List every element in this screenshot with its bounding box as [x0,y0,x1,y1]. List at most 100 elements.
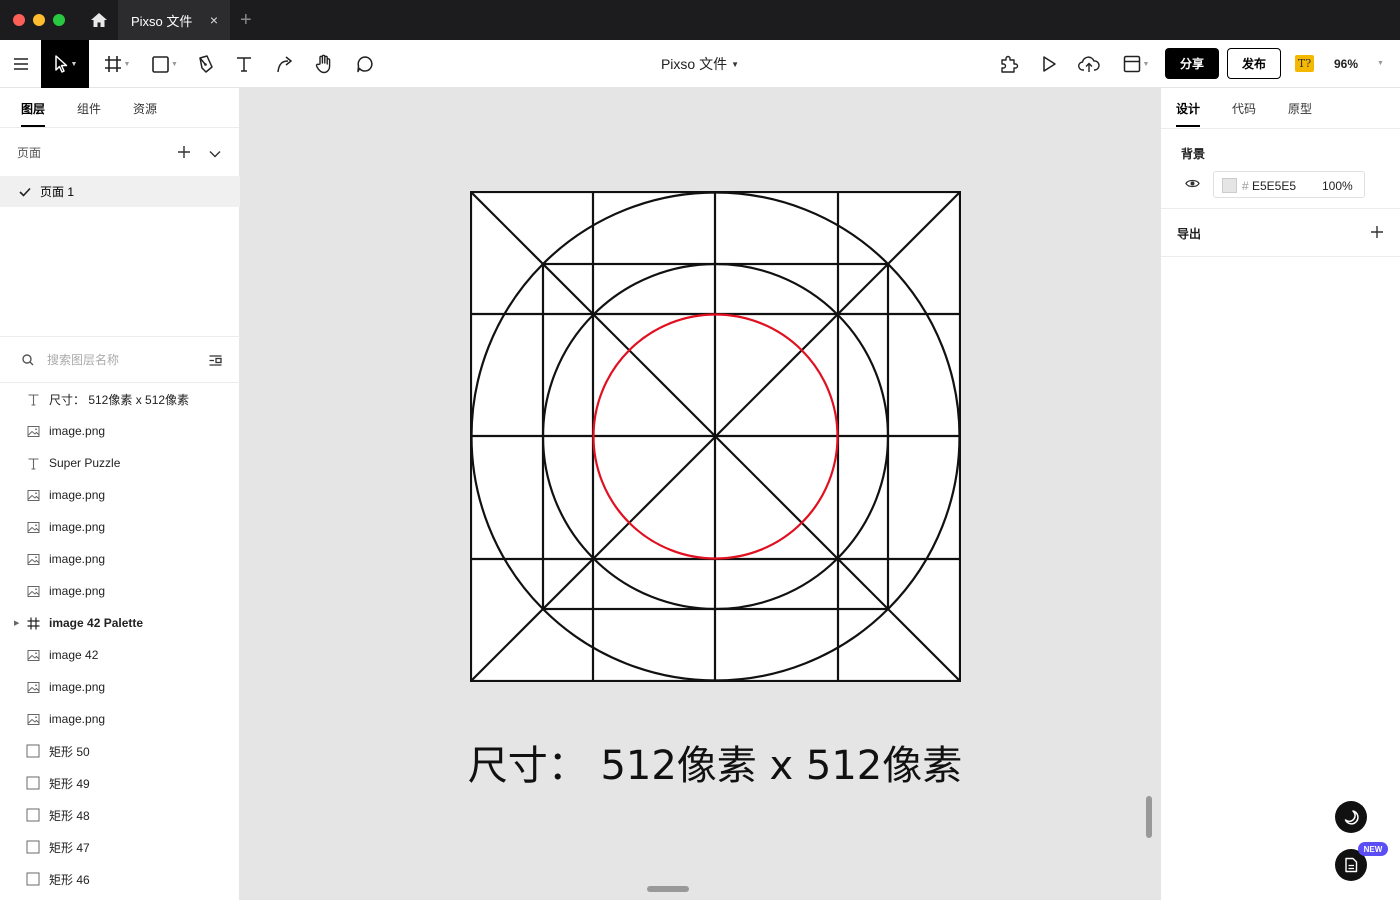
file-tab-label: Pixso 文件 [131,13,193,29]
pen-tool-button[interactable] [194,40,216,88]
layer-name: 矩形 47 [49,840,90,855]
image-icon [26,648,40,662]
window-controls [13,14,65,26]
layer-item[interactable]: 矩形 49 [0,767,240,799]
layer-item[interactable]: image.png [0,671,240,703]
layer-item[interactable]: image.png [0,511,240,543]
tab-design[interactable]: 设计 [1176,100,1200,117]
layout-button[interactable]: ▼ [1118,40,1154,88]
rect-icon [26,840,40,854]
layer-item[interactable]: ▶ image 42 Palette [0,607,240,639]
document-icon [1345,857,1358,873]
layer-item[interactable]: image.png [0,703,240,735]
document-title: Pixso 文件 [660,56,728,72]
new-badge: NEW [1358,842,1388,856]
hand-icon [315,54,331,74]
layer-name: 矩形 50 [49,744,90,759]
layer-name: 矩形 49 [49,776,90,791]
tab-components[interactable]: 组件 [77,100,101,117]
layer-name: image.png [49,488,106,502]
layer-item[interactable]: image.png [0,415,240,447]
share-button[interactable]: 分享 [1165,48,1219,79]
check-icon [19,186,31,200]
minimize-window-button[interactable] [33,14,45,26]
tab-code[interactable]: 代码 [1232,100,1256,117]
add-export-icon[interactable] [1370,225,1384,242]
horizontal-scrollbar[interactable] [647,886,689,892]
layer-item[interactable]: 矩形 47 [0,831,240,863]
eye-icon[interactable] [1185,178,1200,192]
puzzle-icon [1001,55,1019,73]
image-icon [26,488,40,502]
connector-tool-button[interactable] [274,40,296,88]
text-icon [237,57,251,72]
hand-tool-button[interactable] [313,40,335,88]
text-tool-button[interactable] [233,40,255,88]
dark-mode-button[interactable] [1335,801,1367,833]
document-title-menu[interactable]: Pixso 文件 ▼ [640,40,760,88]
add-page-icon[interactable] [177,145,191,162]
tab-assets[interactable]: 资源 [133,100,157,117]
maximize-window-button[interactable] [53,14,65,26]
canvas[interactable]: 尺寸： 512像素 x 512像素 [240,88,1160,900]
layer-item[interactable]: image 42 [0,639,240,671]
divider [1161,256,1400,257]
color-swatch[interactable] [1222,178,1237,193]
rect-icon [26,872,40,886]
layer-item[interactable]: 矩形 48 [0,799,240,831]
layer-name: Super Puzzle [49,456,121,470]
layer-item[interactable]: image.png [0,543,240,575]
move-tool-button[interactable]: ▼ [41,40,89,88]
missing-font-icon[interactable]: T? [1295,55,1314,72]
plugins-button[interactable] [997,40,1021,88]
filter-icon[interactable] [209,355,222,369]
background-color-field[interactable]: # E5E5E5 100% [1213,171,1365,198]
size-caption[interactable]: 尺寸： 512像素 x 512像素 [240,733,1190,791]
layer-search[interactable]: 搜索图层名称 [0,336,240,383]
pages-header: 页面 [0,128,240,176]
collapse-pages-icon[interactable] [209,147,221,161]
toolbar: ▼ ▼ ▼ Pixso 文件 ▼ ▼ 分享 发布 T? 96% ▼ [0,40,1400,88]
opacity-input[interactable]: 100% [1322,179,1353,193]
layer-item[interactable]: 矩形 50 [0,735,240,767]
new-tab-button[interactable]: + [240,9,252,32]
layer-name: image.png [49,424,106,438]
main-menu-icon[interactable] [8,40,34,88]
layer-list: 尺寸： 512像素 x 512像素 image.png Super Puzzle im… [0,383,240,895]
layer-name: image.png [49,552,106,566]
cursor-icon [54,55,67,73]
vertical-scrollbar[interactable] [1146,796,1152,838]
expand-caret-icon[interactable]: ▶ [14,619,19,627]
left-panel: 图层 组件 资源 页面 页面 1 搜索图层名称 尺寸： 512像素 x 512像… [0,88,240,900]
layer-name: image.png [49,584,106,598]
tab-prototype[interactable]: 原型 [1288,100,1312,117]
divider [1161,128,1400,129]
grid-artboard[interactable] [470,191,961,682]
pages-label: 页面 [17,145,42,160]
zoom-level[interactable]: 96% [1334,40,1358,88]
frame-tool-button[interactable]: ▼ [100,40,134,88]
layer-item[interactable]: 尺寸： 512像素 x 512像素 [0,383,240,415]
comment-tool-button[interactable] [354,40,376,88]
shape-tool-button[interactable]: ▼ [148,40,182,88]
divider [1161,208,1400,209]
rect-icon [26,744,40,758]
close-window-button[interactable] [13,14,25,26]
present-button[interactable] [1038,40,1060,88]
layer-item[interactable]: 矩形 46 [0,863,240,895]
upload-button[interactable] [1077,40,1101,88]
home-icon[interactable] [88,10,110,30]
hex-input[interactable]: E5E5E5 [1252,179,1296,193]
layer-name: 矩形 48 [49,808,90,823]
file-tab[interactable]: Pixso 文件 × [118,0,230,40]
close-tab-icon[interactable]: × [210,12,218,28]
image-icon [26,520,40,534]
search-input[interactable]: 搜索图层名称 [47,351,119,368]
layer-item[interactable]: image.png [0,575,240,607]
tab-layers[interactable]: 图层 [21,100,45,117]
zoom-chevron-down-icon[interactable]: ▼ [1377,60,1384,67]
publish-button[interactable]: 发布 [1227,48,1281,79]
layer-item[interactable]: image.png [0,479,240,511]
layer-item[interactable]: Super Puzzle [0,447,240,479]
page-item-1[interactable]: 页面 1 [0,176,240,207]
